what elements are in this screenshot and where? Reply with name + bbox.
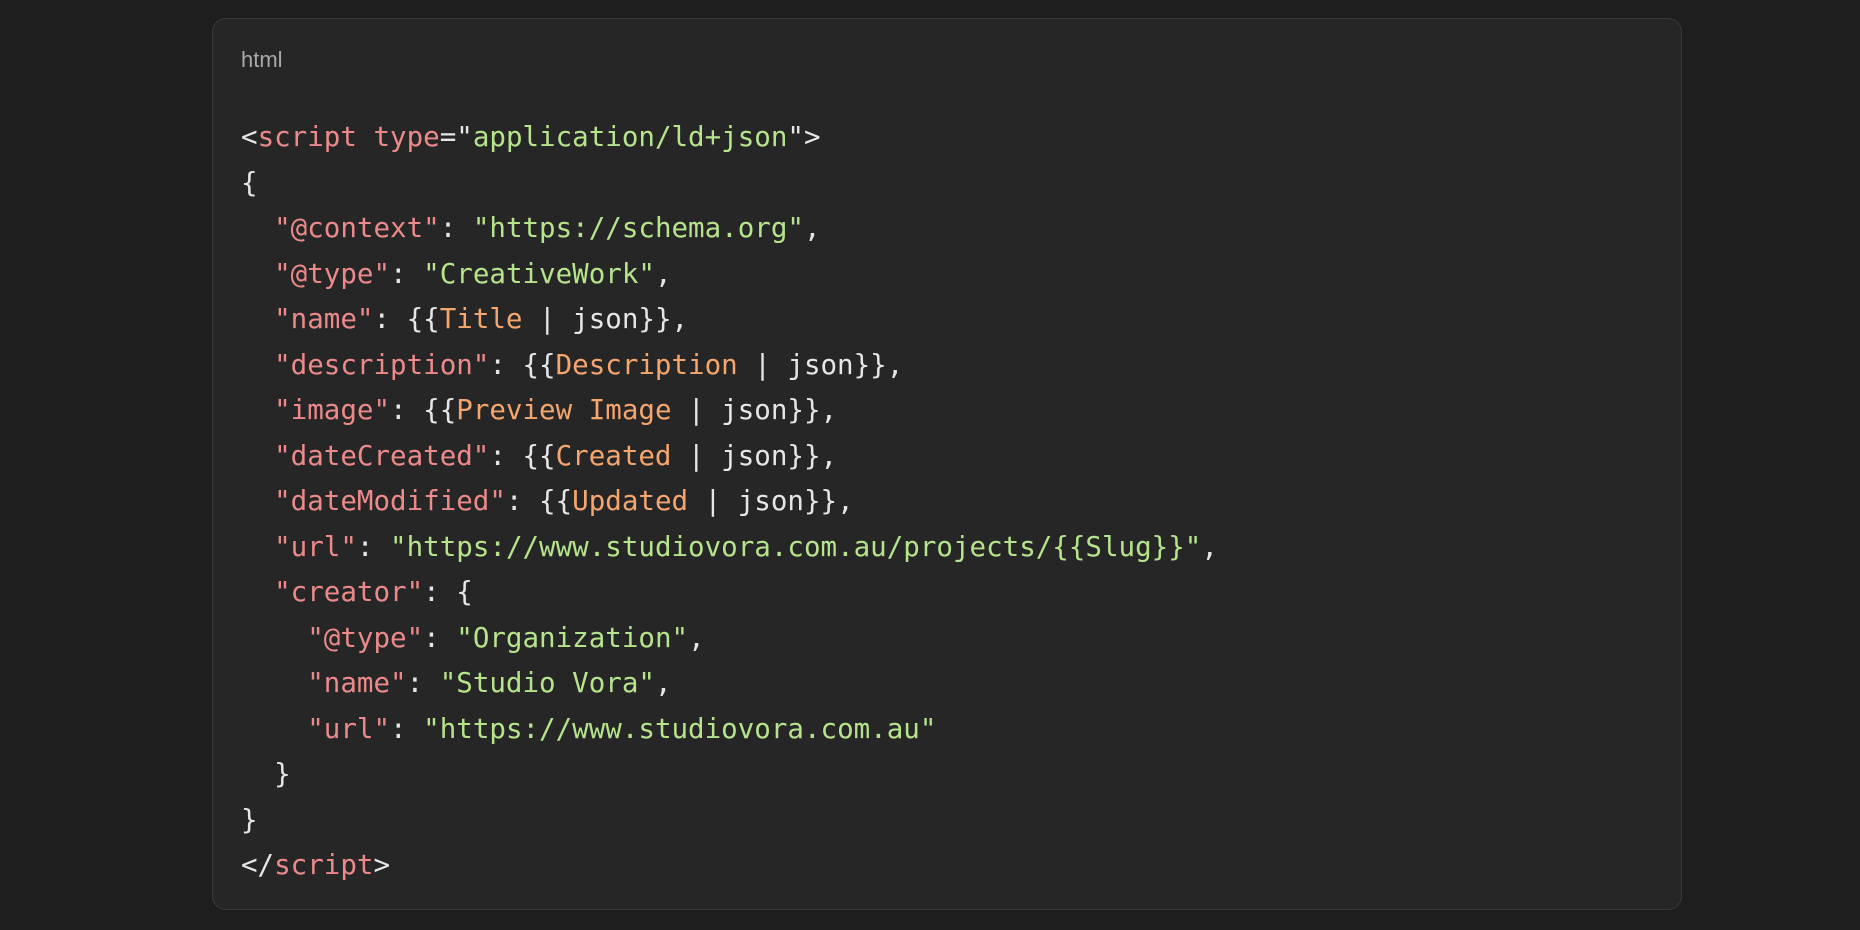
code-text: | json bbox=[737, 348, 854, 381]
code-punctuation: }}, bbox=[787, 439, 838, 472]
code-line: <script type="application/ld+json"> bbox=[241, 115, 1661, 161]
code-punctuation: { bbox=[241, 166, 258, 199]
code-punctuation: }}, bbox=[787, 394, 838, 426]
code-punctuation: : {{ bbox=[390, 394, 457, 426]
code-string: "https://www.studiovora.com.au" bbox=[423, 712, 937, 745]
code-punctuation: : {{ bbox=[489, 348, 556, 381]
code-content[interactable]: <script type="application/ld+json">{ "@c… bbox=[241, 115, 1661, 889]
code-string: application/ld+json bbox=[472, 121, 788, 153]
code-punctuation: </ bbox=[241, 849, 275, 881]
code-template-variable: Updated bbox=[572, 485, 689, 517]
code-json-key: "name" bbox=[274, 303, 374, 335]
code-punctuation: , bbox=[803, 212, 821, 244]
code-line: "image": {{Preview Image | json}}, bbox=[241, 388, 1661, 434]
code-string: "Studio Vora" bbox=[439, 667, 655, 699]
code-line: "@type": "CreativeWork", bbox=[241, 252, 1661, 298]
code-punctuation: }}, bbox=[803, 485, 854, 517]
code-template-variable: Title bbox=[439, 303, 523, 335]
code-line: { bbox=[241, 161, 1661, 207]
code-punctuation: "> bbox=[787, 121, 821, 153]
code-line: "dateModified": {{Updated | json}}, bbox=[241, 479, 1661, 525]
code-punctuation: }}, bbox=[638, 303, 689, 335]
code-string: "CreativeWork" bbox=[423, 257, 655, 290]
code-json-key: "url" bbox=[307, 712, 391, 745]
code-tag-name: script bbox=[274, 849, 374, 881]
code-punctuation bbox=[241, 485, 274, 517]
code-punctuation: } bbox=[241, 758, 291, 790]
code-line: } bbox=[241, 798, 1661, 844]
code-line: </script> bbox=[241, 843, 1661, 889]
code-text: | json bbox=[671, 439, 788, 472]
code-text: | json bbox=[522, 303, 639, 335]
code-json-key: "@context" bbox=[274, 212, 440, 244]
code-punctuation bbox=[241, 394, 274, 426]
code-template-variable: Created bbox=[555, 439, 672, 472]
code-punctuation: : { bbox=[423, 576, 473, 608]
code-punctuation bbox=[241, 258, 274, 290]
code-punctuation: : bbox=[390, 257, 424, 290]
code-line: "url": "https://www.studiovora.com.au/pr… bbox=[241, 525, 1661, 571]
code-line: "description": {{Description | json}}, bbox=[241, 343, 1661, 389]
code-punctuation bbox=[241, 667, 307, 699]
code-line: "dateCreated": {{Created | json}}, bbox=[241, 434, 1661, 480]
code-template-variable: Preview Image bbox=[456, 394, 672, 426]
code-punctuation: , bbox=[654, 257, 672, 290]
code-punctuation: , bbox=[654, 667, 672, 699]
code-json-key: "@type" bbox=[307, 621, 424, 654]
code-punctuation: > bbox=[373, 849, 391, 881]
code-json-key: "name" bbox=[307, 667, 407, 699]
code-punctuation: =" bbox=[439, 121, 473, 153]
code-punctuation: }}, bbox=[853, 348, 904, 381]
code-line: "creator": { bbox=[241, 570, 1661, 616]
code-punctuation bbox=[241, 303, 274, 335]
code-text: | json bbox=[671, 394, 788, 426]
code-punctuation: : bbox=[356, 530, 391, 563]
code-punctuation bbox=[241, 576, 274, 608]
code-string: "Organization" bbox=[456, 621, 689, 654]
code-string: "https://www.studiovora.com.au/projects/… bbox=[390, 530, 1202, 563]
code-punctuation: : bbox=[423, 621, 457, 654]
code-language-label: html bbox=[241, 47, 283, 72]
code-json-key: "url" bbox=[274, 530, 357, 563]
code-punctuation: : {{ bbox=[373, 303, 440, 335]
code-json-key: "description" bbox=[274, 348, 490, 381]
code-punctuation bbox=[241, 531, 274, 563]
code-line: "@context": "https://schema.org", bbox=[241, 206, 1661, 252]
code-punctuation bbox=[241, 349, 274, 381]
code-attribute-name: type bbox=[373, 121, 440, 153]
code-punctuation bbox=[241, 212, 274, 244]
code-line: } bbox=[241, 752, 1661, 798]
code-json-key: "dateModified" bbox=[274, 485, 506, 517]
code-json-key: "@type" bbox=[274, 257, 391, 290]
code-punctuation: : bbox=[390, 712, 424, 745]
code-punctuation: < bbox=[241, 121, 258, 153]
code-punctuation: : {{ bbox=[489, 439, 556, 472]
code-punctuation: } bbox=[241, 803, 258, 836]
code-tag-name: script bbox=[257, 121, 357, 153]
code-line: "name": {{Title | json}}, bbox=[241, 297, 1661, 343]
code-string: "https://schema.org" bbox=[472, 212, 804, 244]
code-punctuation bbox=[241, 622, 307, 654]
code-block: html <script type="application/ld+json">… bbox=[212, 18, 1682, 910]
code-punctuation: : {{ bbox=[505, 485, 573, 517]
code-punctuation: : bbox=[406, 667, 440, 699]
code-json-key: "creator" bbox=[274, 576, 424, 608]
code-template-variable: Description bbox=[555, 348, 738, 381]
code-punctuation: , bbox=[1201, 530, 1218, 563]
code-line: "name": "Studio Vora", bbox=[241, 661, 1661, 707]
code-line: "url": "https://www.studiovora.com.au" bbox=[241, 707, 1661, 753]
code-punctuation bbox=[241, 713, 307, 745]
code-punctuation bbox=[357, 121, 374, 153]
code-text: | json bbox=[688, 485, 804, 517]
code-json-key: "dateCreated" bbox=[274, 439, 490, 472]
code-punctuation: : bbox=[439, 212, 473, 244]
code-punctuation bbox=[241, 440, 274, 472]
code-line: "@type": "Organization", bbox=[241, 616, 1661, 662]
code-json-key: "image" bbox=[274, 394, 391, 426]
code-punctuation: , bbox=[688, 621, 705, 654]
